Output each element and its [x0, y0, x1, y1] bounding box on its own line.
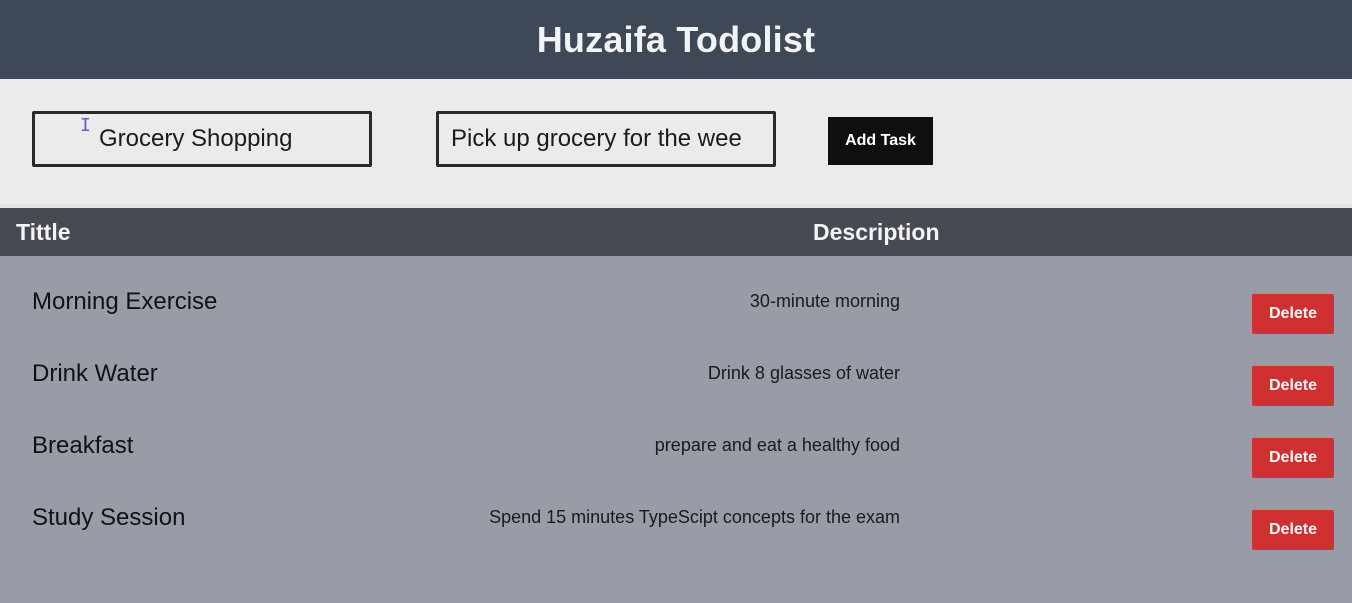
task-description: 30-minute morning — [749, 291, 900, 311]
delete-button[interactable]: Delete — [1252, 510, 1334, 550]
table-header: Tittle Description — [0, 208, 1352, 256]
task-row: Breakfast prepare and eat a healthy food… — [0, 420, 1352, 492]
app-header: Huzaifa Todolist — [0, 0, 1352, 79]
task-description-input[interactable] — [436, 111, 776, 167]
task-row: Drink Water Drink 8 glasses of water Del… — [0, 348, 1352, 420]
task-description: Spend 15 minutes TypeScipt concepts for … — [489, 507, 900, 527]
task-title: Study Session — [32, 504, 186, 531]
task-title: Breakfast — [32, 432, 134, 459]
text-cursor-icon: I — [80, 115, 91, 136]
task-title: Morning Exercise — [32, 288, 218, 315]
task-form: I Add Task — [0, 79, 1352, 204]
task-list: Morning Exercise 30-minute morning Delet… — [0, 256, 1352, 564]
column-header-description: Description — [813, 219, 940, 245]
task-description: Drink 8 glasses of water — [707, 363, 900, 383]
task-row: Morning Exercise 30-minute morning Delet… — [0, 276, 1352, 348]
task-title: Drink Water — [32, 360, 158, 387]
column-header-title: Tittle — [16, 219, 71, 245]
task-description: prepare and eat a healthy food — [654, 435, 900, 455]
add-task-button[interactable]: Add Task — [828, 117, 933, 165]
task-row: Study Session Spend 15 minutes TypeScipt… — [0, 492, 1352, 564]
delete-button[interactable]: Delete — [1252, 294, 1334, 334]
page-title: Huzaifa Todolist — [536, 18, 816, 60]
delete-button[interactable]: Delete — [1252, 438, 1334, 478]
delete-button[interactable]: Delete — [1252, 366, 1334, 406]
